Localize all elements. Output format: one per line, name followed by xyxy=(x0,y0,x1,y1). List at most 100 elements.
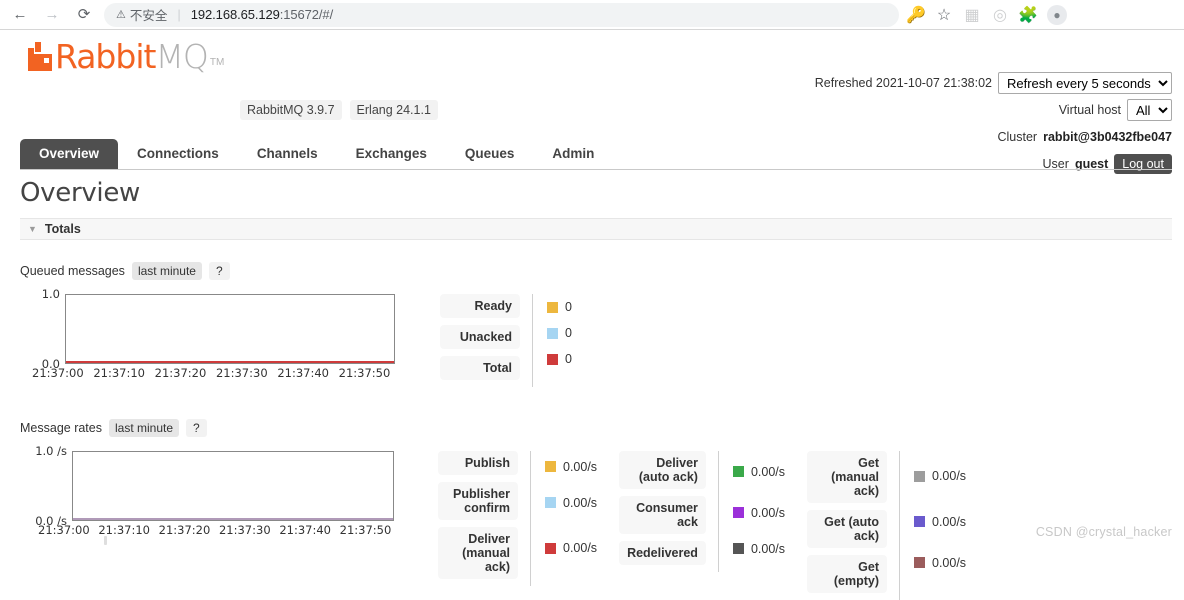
rates-x-tick: 21:37:20 xyxy=(158,523,211,537)
message-rates-row: 1.0 /s 0.0 /s 21:37:00 21:37:10 21:37:20… xyxy=(20,444,1172,600)
back-arrow-icon[interactable]: ← xyxy=(6,2,34,28)
url-path: /#/ xyxy=(318,7,334,22)
queued-legend-labels: Ready Unacked Total xyxy=(440,294,520,387)
queued-x-tick: 21:37:30 xyxy=(215,366,268,380)
rabbit-logo-icon xyxy=(28,42,54,71)
rates-legend-labels-1: Publish Publisher confirm Deliver (manua… xyxy=(438,451,518,586)
browser-toolbar: ← → ⟳ ⚠ 不安全 | 192.168.65.129:15672/#/ 🔑 … xyxy=(0,0,1184,30)
legend-label-ready: Ready xyxy=(440,294,520,318)
horizontal-scrollbar-thumb[interactable] xyxy=(104,536,107,545)
queued-messages-plot: 1.0 0.0 21:37:00 21:37:10 21:37:20 21:37… xyxy=(20,287,400,380)
value-deliver-manual-ack: 0.00/s xyxy=(563,541,598,555)
rates-series-line xyxy=(73,518,393,520)
rates-help-icon[interactable]: ? xyxy=(186,419,207,437)
queued-total-series-line xyxy=(66,361,394,363)
tab-connections[interactable]: Connections xyxy=(118,139,238,169)
rates-legend-column-3: Get (manual ack) Get (auto ack) Get (emp… xyxy=(807,451,966,600)
rates-legend-values-1: 0.00/s 0.00/s 0.00/s xyxy=(530,451,597,586)
legend-label-publisher-confirm: Publisher confirm xyxy=(438,482,518,520)
forward-arrow-icon[interactable]: → xyxy=(38,2,66,28)
swatch-deliver-manual-icon xyxy=(545,542,556,554)
rates-range-pill[interactable]: last minute xyxy=(108,419,180,437)
queued-plot-area: 1.0 0.0 xyxy=(42,287,400,371)
app-header: RabbitMQ TM RabbitMQ 3.9.7 Erlang 24.1.1… xyxy=(0,30,1184,174)
target-icon[interactable]: ◎ xyxy=(991,6,1009,24)
browser-action-icons: 🔑 ☆ ▦ ◎ 🧩 ● xyxy=(906,4,1075,25)
rates-y-min-label: 0.0 /s xyxy=(35,514,67,528)
rates-legend-column-1: Publish Publisher confirm Deliver (manua… xyxy=(438,451,597,586)
rates-x-tick: 21:37:40 xyxy=(279,523,331,537)
swatch-deliver-auto-icon xyxy=(732,466,744,477)
vhost-select[interactable]: All xyxy=(1127,99,1172,121)
legend-value-get-auto-ack: 0.00/s xyxy=(914,501,966,542)
tab-queues[interactable]: Queues xyxy=(446,139,534,169)
trademark-mark: TM xyxy=(209,57,225,68)
collapse-triangle-icon: ▼ xyxy=(28,223,37,234)
value-get-manual-ack: 0.00/s xyxy=(932,469,967,483)
rates-x-tick: 21:37:10 xyxy=(98,523,150,537)
message-rates-header: Message rates last minute ? xyxy=(20,419,1172,437)
queued-x-axis-labels: 21:37:00 21:37:10 21:37:20 21:37:30 21:3… xyxy=(32,366,400,380)
queued-help-icon[interactable]: ? xyxy=(208,262,230,280)
legend-value-publish: 0.00/s xyxy=(545,451,597,482)
watermark-text: CSDN @crystal_hacker xyxy=(1035,525,1172,539)
site-security-indicator[interactable]: ⚠ 不安全 xyxy=(116,5,167,24)
swatch-get-manual-icon xyxy=(914,470,925,482)
rates-legend-values-2: 0.00/s 0.00/s 0.00/s xyxy=(717,451,785,572)
totals-section-header[interactable]: ▼ Totals xyxy=(20,218,1172,240)
legend-label-redelivered: Redelivered xyxy=(619,541,706,565)
rates-legend-labels-2: Deliver (auto ack) Consumer ack Redelive… xyxy=(619,451,706,572)
tab-exchanges[interactable]: Exchanges xyxy=(337,139,446,169)
swatch-ready-icon xyxy=(547,301,558,313)
security-label: 不安全 xyxy=(129,9,168,23)
legend-label-publish: Publish xyxy=(438,451,518,475)
vhost-row: Virtual host All xyxy=(815,99,1172,121)
queued-messages-row: 1.0 0.0 21:37:00 21:37:10 21:37:20 21:37… xyxy=(20,287,1172,387)
tab-overview[interactable]: Overview xyxy=(20,139,119,169)
logo-rabbit-text: Rabbit xyxy=(55,37,156,76)
queued-plot-box xyxy=(65,294,395,364)
legend-label-deliver-auto-ack: Deliver (auto ack) xyxy=(619,451,706,489)
key-icon[interactable]: 🔑 xyxy=(906,6,926,24)
url-port: :15672 xyxy=(279,7,319,22)
reload-icon[interactable]: ⟳ xyxy=(70,2,98,28)
logo-mq-text: MQ xyxy=(155,37,208,76)
legend-value-total: 0 xyxy=(547,346,572,372)
version-badges: RabbitMQ 3.9.7 Erlang 24.1.1 xyxy=(240,100,438,120)
value-deliver-auto-ack: 0.00/s xyxy=(750,464,785,479)
swatch-get-auto-icon xyxy=(914,516,925,527)
value-unacked: 0 xyxy=(565,326,572,340)
rabbitmq-logo[interactable]: RabbitMQ TM xyxy=(28,40,225,73)
address-bar-url: 192.168.65.129:15672/#/ xyxy=(191,7,333,22)
legend-value-consumer-ack: 0.00/s xyxy=(732,492,785,533)
legend-value-ready: 0 xyxy=(547,294,572,320)
legend-value-deliver-manual-ack: 0.00/s xyxy=(545,523,597,573)
swatch-unacked-icon xyxy=(547,327,558,339)
queued-x-tick: 21:37:40 xyxy=(277,366,329,380)
legend-value-get-empty: 0.00/s xyxy=(914,542,966,583)
legend-label-get-empty: Get (empty) xyxy=(807,555,887,593)
swatch-get-empty-icon xyxy=(914,557,925,568)
address-bar[interactable]: ⚠ 不安全 | 192.168.65.129:15672/#/ xyxy=(104,2,899,27)
tab-channels[interactable]: Channels xyxy=(238,139,337,169)
refresh-interval-select[interactable]: Refresh every 5 seconds xyxy=(998,72,1172,94)
message-rates-block: Message rates last minute ? 1.0 /s 0.0 /… xyxy=(20,419,1172,600)
puzzle-icon[interactable]: 🧩 xyxy=(1018,6,1038,24)
queued-x-tick: 21:37:50 xyxy=(338,366,391,380)
extension-grid-icon[interactable]: ▦ xyxy=(963,6,981,24)
legend-value-unacked: 0 xyxy=(547,320,572,346)
rates-x-tick: 21:37:50 xyxy=(339,523,392,537)
profile-avatar-icon[interactable]: ● xyxy=(1047,4,1067,25)
message-rates-title: Message rates xyxy=(20,421,102,435)
tab-admin[interactable]: Admin xyxy=(533,139,613,169)
legend-label-consumer-ack: Consumer ack xyxy=(619,496,706,534)
value-consumer-ack: 0.00/s xyxy=(750,505,785,520)
legend-value-deliver-auto-ack: 0.00/s xyxy=(732,451,785,492)
queued-range-pill[interactable]: last minute xyxy=(131,262,202,280)
rates-x-axis-labels: 21:37:00 21:37:10 21:37:20 21:37:30 21:3… xyxy=(38,523,400,537)
value-get-empty: 0.00/s xyxy=(932,555,967,570)
queued-messages-title: Queued messages xyxy=(20,264,125,278)
star-icon[interactable]: ☆ xyxy=(935,6,953,24)
overview-content: Overview ▼ Totals Queued messages last m… xyxy=(20,178,1172,600)
queued-messages-block: Queued messages last minute ? 1.0 0.0 21… xyxy=(20,262,1172,387)
